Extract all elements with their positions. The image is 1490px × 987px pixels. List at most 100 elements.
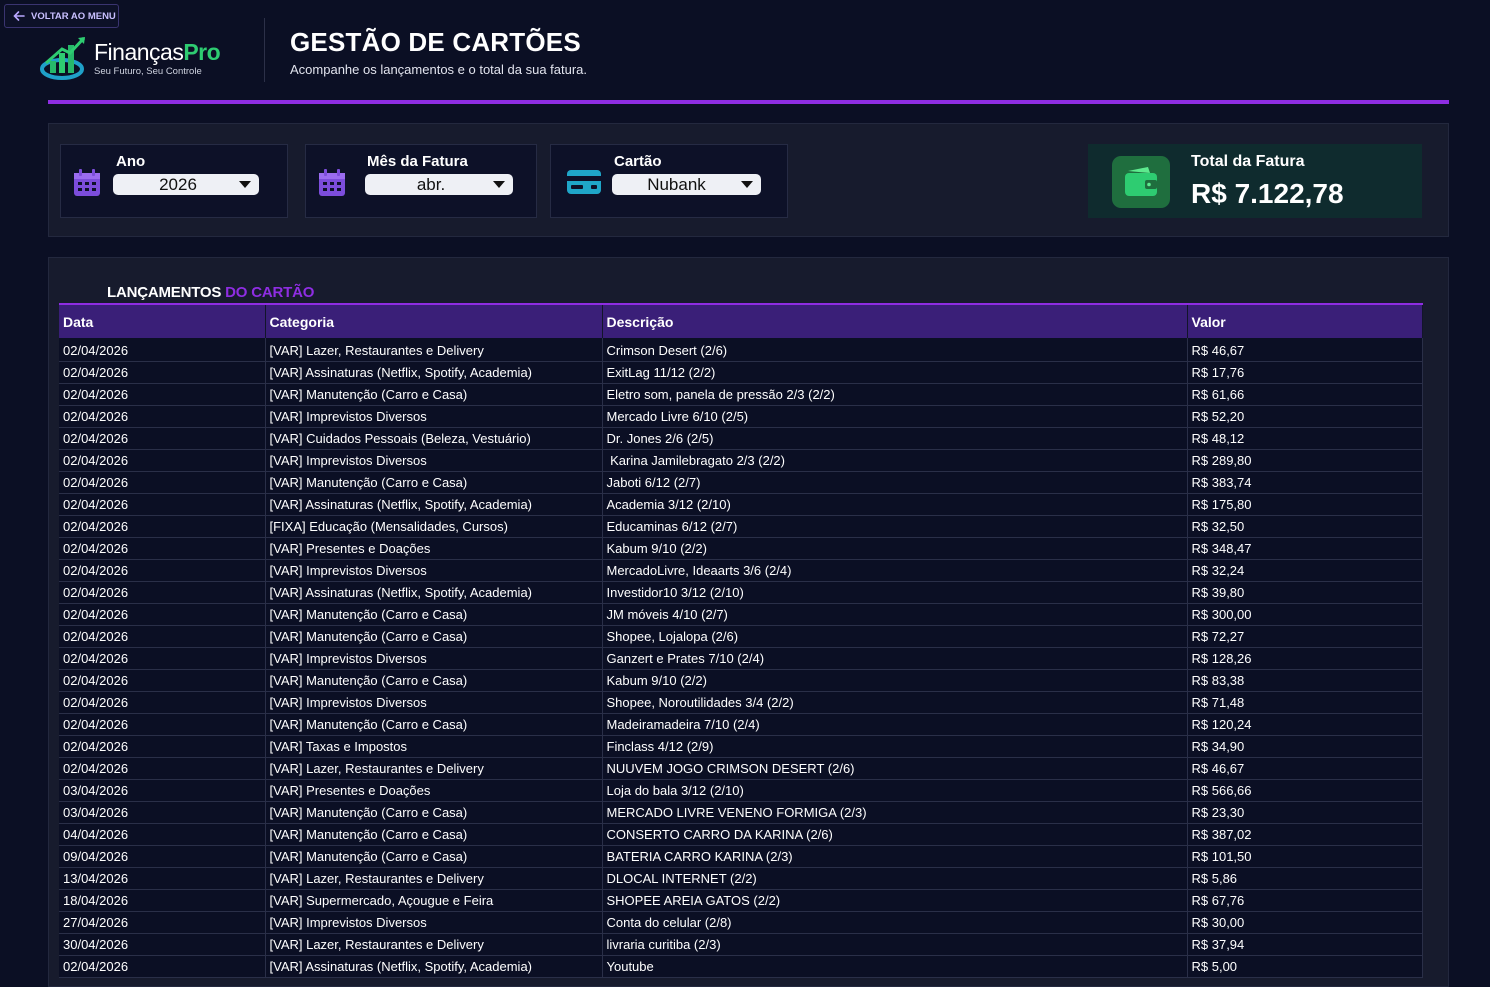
cell-description: Ganzert e Prates 7/10 (2/4) <box>602 647 1188 670</box>
cell-value: R$ 61,66 <box>1187 383 1423 406</box>
chevron-down-icon <box>493 181 505 188</box>
cell-date: 02/04/2026 <box>59 471 266 494</box>
cell-category: [VAR] Imprevistos Diversos <box>265 559 603 582</box>
month-select[interactable]: abr. <box>365 174 513 195</box>
table-row[interactable]: 30/04/2026 [VAR] Lazer, Restaurantes e De… <box>59 933 1423 956</box>
transactions-table: Data Categoria Descrição Valor 02/04/202… <box>59 303 1423 978</box>
cell-date: 02/04/2026 <box>59 713 266 736</box>
table-row[interactable]: 02/04/2026 [VAR] Assinaturas (Netflix, Sp… <box>59 493 1423 516</box>
table-row[interactable]: 02/04/2026 [VAR] Manutenção (Carro e Casa… <box>59 383 1423 406</box>
table-row[interactable]: 04/04/2026 [VAR] Manutenção (Carro e Casa… <box>59 823 1423 846</box>
cell-category: [VAR] Lazer, Restaurantes e Delivery <box>265 338 603 362</box>
table-row[interactable]: 02/04/2026 [VAR] Lazer, Restaurantes e De… <box>59 757 1423 780</box>
table-row[interactable]: 03/04/2026 [VAR] Presentes e Doações Loja … <box>59 779 1423 802</box>
cell-description: Loja do bala 3/12 (2/10) <box>602 779 1188 802</box>
cell-date: 09/04/2026 <box>59 845 266 868</box>
header-accent-bar <box>48 100 1449 104</box>
filters-panel: Ano 2026 Mês da Fatura abr. Cartão Nuban… <box>48 123 1449 237</box>
table-row[interactable]: 02/04/2026 [VAR] Assinaturas (Netflix, Sp… <box>59 581 1423 604</box>
cell-date: 30/04/2026 <box>59 933 266 956</box>
cell-description: Academia 3/12 (2/10) <box>602 493 1188 516</box>
cell-value: R$ 289,80 <box>1187 449 1423 472</box>
column-header-value[interactable]: Valor <box>1187 303 1423 338</box>
cell-description: Shopee, Noroutilidades 3/4 (2/2) <box>602 691 1188 714</box>
cell-category: [VAR] Imprevistos Diversos <box>265 691 603 714</box>
cell-value: R$ 72,27 <box>1187 625 1423 648</box>
cell-category: [VAR] Manutenção (Carro e Casa) <box>265 471 603 494</box>
column-header-category[interactable]: Categoria <box>265 303 603 338</box>
cell-date: 02/04/2026 <box>59 691 266 714</box>
cell-description: Jaboti 6/12 (2/7) <box>602 471 1188 494</box>
table-row[interactable]: 13/04/2026 [VAR] Lazer, Restaurantes e De… <box>59 867 1423 890</box>
table-row[interactable]: 02/04/2026 [VAR] Manutenção (Carro e Casa… <box>59 713 1423 736</box>
column-header-description[interactable]: Descrição <box>602 303 1188 338</box>
cell-date: 02/04/2026 <box>59 338 266 362</box>
cell-date: 02/04/2026 <box>59 603 266 626</box>
cell-date: 04/04/2026 <box>59 823 266 846</box>
table-row[interactable]: 02/04/2026 [VAR] Manutenção (Carro e Casa… <box>59 471 1423 494</box>
table-row[interactable]: 02/04/2026 [VAR] Imprevistos Diversos Ganz… <box>59 647 1423 670</box>
cell-description: DLOCAL INTERNET (2/2) <box>602 867 1188 890</box>
arrow-left-icon <box>13 11 25 21</box>
cell-date: 02/04/2026 <box>59 493 266 516</box>
invoice-total-card: Total da Fatura R$ 7.122,78 <box>1088 144 1422 218</box>
page-subtitle: Acompanhe os lançamentos e o total da su… <box>290 62 588 77</box>
table-row[interactable]: 02/04/2026 [VAR] Manutenção (Carro e Casa… <box>59 603 1423 626</box>
app-logo: FinançasPro Seu Futuro, Seu Controle <box>40 34 240 82</box>
cell-value: R$ 48,12 <box>1187 427 1423 450</box>
cell-description: Shopee, Lojalopa (2/6) <box>602 625 1188 648</box>
table-row[interactable]: 02/04/2026 [VAR] Assinaturas (Netflix, Sp… <box>59 955 1423 978</box>
cell-category: [VAR] Imprevistos Diversos <box>265 911 603 934</box>
table-row[interactable]: 03/04/2026 [VAR] Manutenção (Carro e Casa… <box>59 801 1423 824</box>
table-row[interactable]: 02/04/2026 [FIXA] Educação (Mensalidades,… <box>59 515 1423 538</box>
cell-date: 13/04/2026 <box>59 867 266 890</box>
cell-value: R$ 46,67 <box>1187 757 1423 780</box>
cell-date: 02/04/2026 <box>59 383 266 406</box>
cell-value: R$ 120,24 <box>1187 713 1423 736</box>
cell-value: R$ 128,26 <box>1187 647 1423 670</box>
transactions-panel: LANÇAMENTOS DO CARTÃO Data Categoria Des… <box>48 257 1449 987</box>
table-row[interactable]: 02/04/2026 [VAR] Imprevistos Diversos Merc… <box>59 405 1423 428</box>
cell-category: [VAR] Assinaturas (Netflix, Spotify, Aca… <box>265 955 603 978</box>
table-row[interactable]: 02/04/2026 [VAR] Assinaturas (Netflix, Sp… <box>59 361 1423 384</box>
cell-value: R$ 67,76 <box>1187 889 1423 912</box>
table-row[interactable]: 02/04/2026 [VAR] Manutenção (Carro e Casa… <box>59 625 1423 648</box>
month-filter-card: Mês da Fatura abr. <box>305 144 537 218</box>
cell-description: livraria curitiba (2/3) <box>602 933 1188 956</box>
cell-date: 02/04/2026 <box>59 449 266 472</box>
cell-category: [VAR] Presentes e Doações <box>265 779 603 802</box>
table-row[interactable]: 27/04/2026 [VAR] Imprevistos Diversos Cont… <box>59 911 1423 934</box>
cell-category: [VAR] Manutenção (Carro e Casa) <box>265 669 603 692</box>
cell-category: [VAR] Manutenção (Carro e Casa) <box>265 603 603 626</box>
cell-category: [VAR] Assinaturas (Netflix, Spotify, Aca… <box>265 581 603 604</box>
table-row[interactable]: 18/04/2026 [VAR] Supermercado, Açougue e … <box>59 889 1423 912</box>
cell-date: 02/04/2026 <box>59 515 266 538</box>
cell-description: Dr. Jones 2/6 (2/5) <box>602 427 1188 450</box>
cell-value: R$ 5,00 <box>1187 955 1423 978</box>
table-row[interactable]: 02/04/2026 [VAR] Presentes e Doações Kabum… <box>59 537 1423 560</box>
cell-description: MERCADO LIVRE VENENO FORMIGA (2/3) <box>602 801 1188 824</box>
cell-date: 02/04/2026 <box>59 405 266 428</box>
cell-value: R$ 300,00 <box>1187 603 1423 626</box>
cell-description: SHOPEE AREIA GATOS (2/2) <box>602 889 1188 912</box>
back-to-menu-button[interactable]: VOLTAR AO MENU <box>4 4 119 28</box>
calendar-icon <box>74 169 100 196</box>
invoice-total-value: R$ 7.122,78 <box>1191 178 1344 209</box>
cell-value: R$ 175,80 <box>1187 493 1423 516</box>
table-row[interactable]: 02/04/2026 [VAR] Manutenção (Carro e Casa… <box>59 669 1423 692</box>
table-row[interactable]: 02/04/2026 [VAR] Cuidados Pessoais (Belez… <box>59 427 1423 450</box>
wallet-icon-box <box>1112 156 1170 208</box>
table-row[interactable]: 02/04/2026 [VAR] Imprevistos Diversos Kar… <box>59 449 1423 472</box>
table-row[interactable]: 02/04/2026 [VAR] Taxas e Impostos Finclass… <box>59 735 1423 758</box>
table-row[interactable]: 02/04/2026 [VAR] Imprevistos Diversos Shop… <box>59 691 1423 714</box>
card-select[interactable]: Nubank <box>612 174 761 195</box>
table-row[interactable]: 02/04/2026 [VAR] Lazer, Restaurantes e De… <box>59 338 1423 362</box>
table-row[interactable]: 09/04/2026 [VAR] Manutenção (Carro e Casa… <box>59 845 1423 868</box>
table-row[interactable]: 02/04/2026 [VAR] Imprevistos Diversos Merc… <box>59 559 1423 582</box>
cell-description: JM móveis 4/10 (2/7) <box>602 603 1188 626</box>
cell-category: [VAR] Lazer, Restaurantes e Delivery <box>265 933 603 956</box>
year-select[interactable]: 2026 <box>113 174 259 195</box>
column-header-date[interactable]: Data <box>59 303 266 338</box>
cell-category: [VAR] Manutenção (Carro e Casa) <box>265 625 603 648</box>
cell-category: [VAR] Manutenção (Carro e Casa) <box>265 801 603 824</box>
